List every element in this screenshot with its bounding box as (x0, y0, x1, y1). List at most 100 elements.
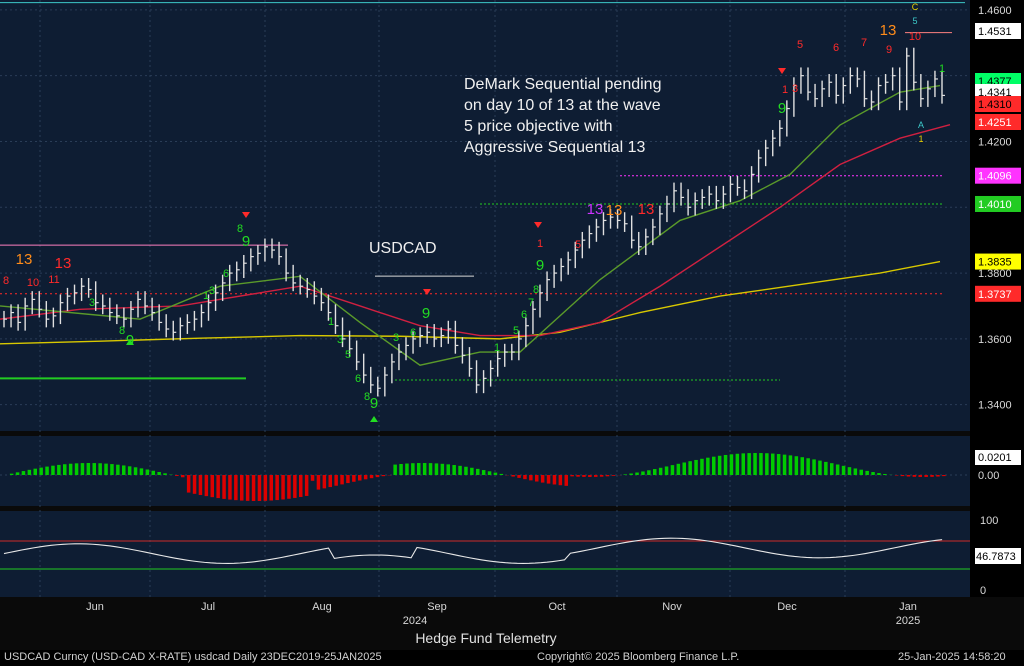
macd-bar (670, 465, 675, 475)
macd-bar (440, 463, 445, 475)
demark-count: 3 (89, 297, 95, 309)
macd-bar (458, 465, 462, 475)
demark-count: 1 (918, 134, 923, 144)
macd-bar (57, 464, 61, 475)
demark-count: 13 (606, 202, 623, 219)
macd-bar (605, 475, 610, 477)
demark-count: 9 (778, 100, 786, 117)
usdcad-chart: 1.46001.42001.38001.36001.340081310 11133… (0, 0, 1024, 666)
macd-bar (930, 475, 934, 477)
macd-bar (116, 464, 120, 475)
macd-bar (765, 453, 769, 475)
macd-bar (723, 454, 728, 475)
macd-bar (540, 475, 545, 483)
macd-bar (753, 453, 757, 475)
watermark-label: Hedge Fund Telemetry (415, 630, 556, 646)
macd-bar (175, 475, 179, 476)
macd-bar (186, 475, 191, 493)
macd-bar (635, 472, 639, 475)
macd-bar (847, 467, 852, 475)
macd-bar (68, 463, 73, 475)
macd-bar (328, 475, 332, 488)
month-label: Dec (777, 601, 797, 613)
price-tag-label: 1.3835 (978, 257, 1012, 269)
macd-bar (210, 475, 214, 498)
macd-bar (853, 468, 858, 475)
macd-bar (51, 465, 55, 475)
macd-bar (493, 472, 498, 475)
demark-count: 5 (513, 325, 519, 337)
macd-bar (653, 469, 657, 475)
macd-bar (257, 475, 262, 501)
demark-count: 13 (880, 22, 897, 39)
price-tick-label: 1.3400 (978, 400, 1012, 412)
macd-bar (381, 475, 386, 477)
macd-bar (641, 471, 645, 475)
macd-bar (942, 475, 946, 477)
macd-bar (741, 453, 745, 475)
macd-bar (841, 465, 846, 475)
demark-count: 13 (638, 201, 655, 218)
price-tag-label: 1.4310 (978, 99, 1012, 111)
demark-count: 6 (223, 268, 229, 280)
macd-tag-label: 0.0201 (978, 452, 1012, 464)
macd-bar (629, 473, 633, 475)
macd-bar (877, 473, 881, 475)
demark-count: 13 (55, 255, 72, 272)
macd-bar (700, 458, 704, 475)
year-label: 2024 (403, 615, 427, 627)
macd-bar (883, 473, 887, 475)
demark-count: 9 (242, 233, 250, 250)
macd-bar (717, 455, 722, 475)
macd-bar (588, 475, 592, 477)
macd-bar (611, 475, 616, 476)
macd-bar (234, 475, 238, 501)
macd-bar (788, 455, 793, 475)
macd-bar (145, 469, 150, 475)
macd-bar (800, 457, 804, 475)
macd-bar (594, 475, 598, 477)
macd-bar (434, 463, 439, 475)
footer-ticker: USDCAD Curncy (USD-CAD X-RATE) usdcad Da… (4, 651, 382, 663)
demark-count: 9 (886, 44, 892, 56)
macd-tick-label: 0.00 (978, 470, 999, 482)
macd-bar (647, 470, 651, 475)
macd-bar (369, 475, 374, 479)
macd-bar (529, 475, 533, 481)
macd-bar (275, 475, 279, 501)
macd-bar (623, 474, 627, 475)
footer-copyright: Copyright© 2025 Bloomberg Finance L.P. (537, 651, 740, 663)
macd-bar (92, 463, 96, 475)
demark-count: 5 (345, 349, 351, 361)
month-label: Jul (201, 601, 215, 613)
price-tick-label: 1.4600 (978, 5, 1012, 17)
demark-count: 7 (861, 37, 867, 49)
macd-bar (263, 475, 268, 501)
demark-count: 13 (587, 201, 604, 218)
macd-bar (694, 459, 698, 475)
demark-count: 1 (494, 342, 500, 354)
month-label: Jun (86, 601, 104, 613)
demark-count: 8 (119, 325, 125, 337)
macd-bar (546, 475, 551, 484)
macd-bar (576, 475, 580, 477)
macd-bar (552, 475, 557, 485)
macd-bar (363, 475, 368, 480)
macd-bar (240, 475, 244, 501)
demark-count: 3 (792, 83, 798, 95)
demark-count: 6 (833, 42, 839, 54)
macd-bar (204, 475, 209, 497)
macd-bar (98, 463, 102, 475)
chart-title: USDCAD (369, 240, 437, 257)
macd-bar (151, 470, 155, 475)
macd-bar (771, 453, 775, 475)
demark-count: 8 (3, 275, 9, 287)
month-label: Oct (548, 601, 565, 613)
macd-bar (9, 473, 14, 475)
macd-bar (871, 472, 875, 475)
macd-bar (163, 473, 167, 475)
macd-bar (310, 475, 315, 481)
macd-bar (15, 472, 20, 475)
macd-bar (570, 475, 574, 477)
macd-bar (511, 475, 515, 477)
